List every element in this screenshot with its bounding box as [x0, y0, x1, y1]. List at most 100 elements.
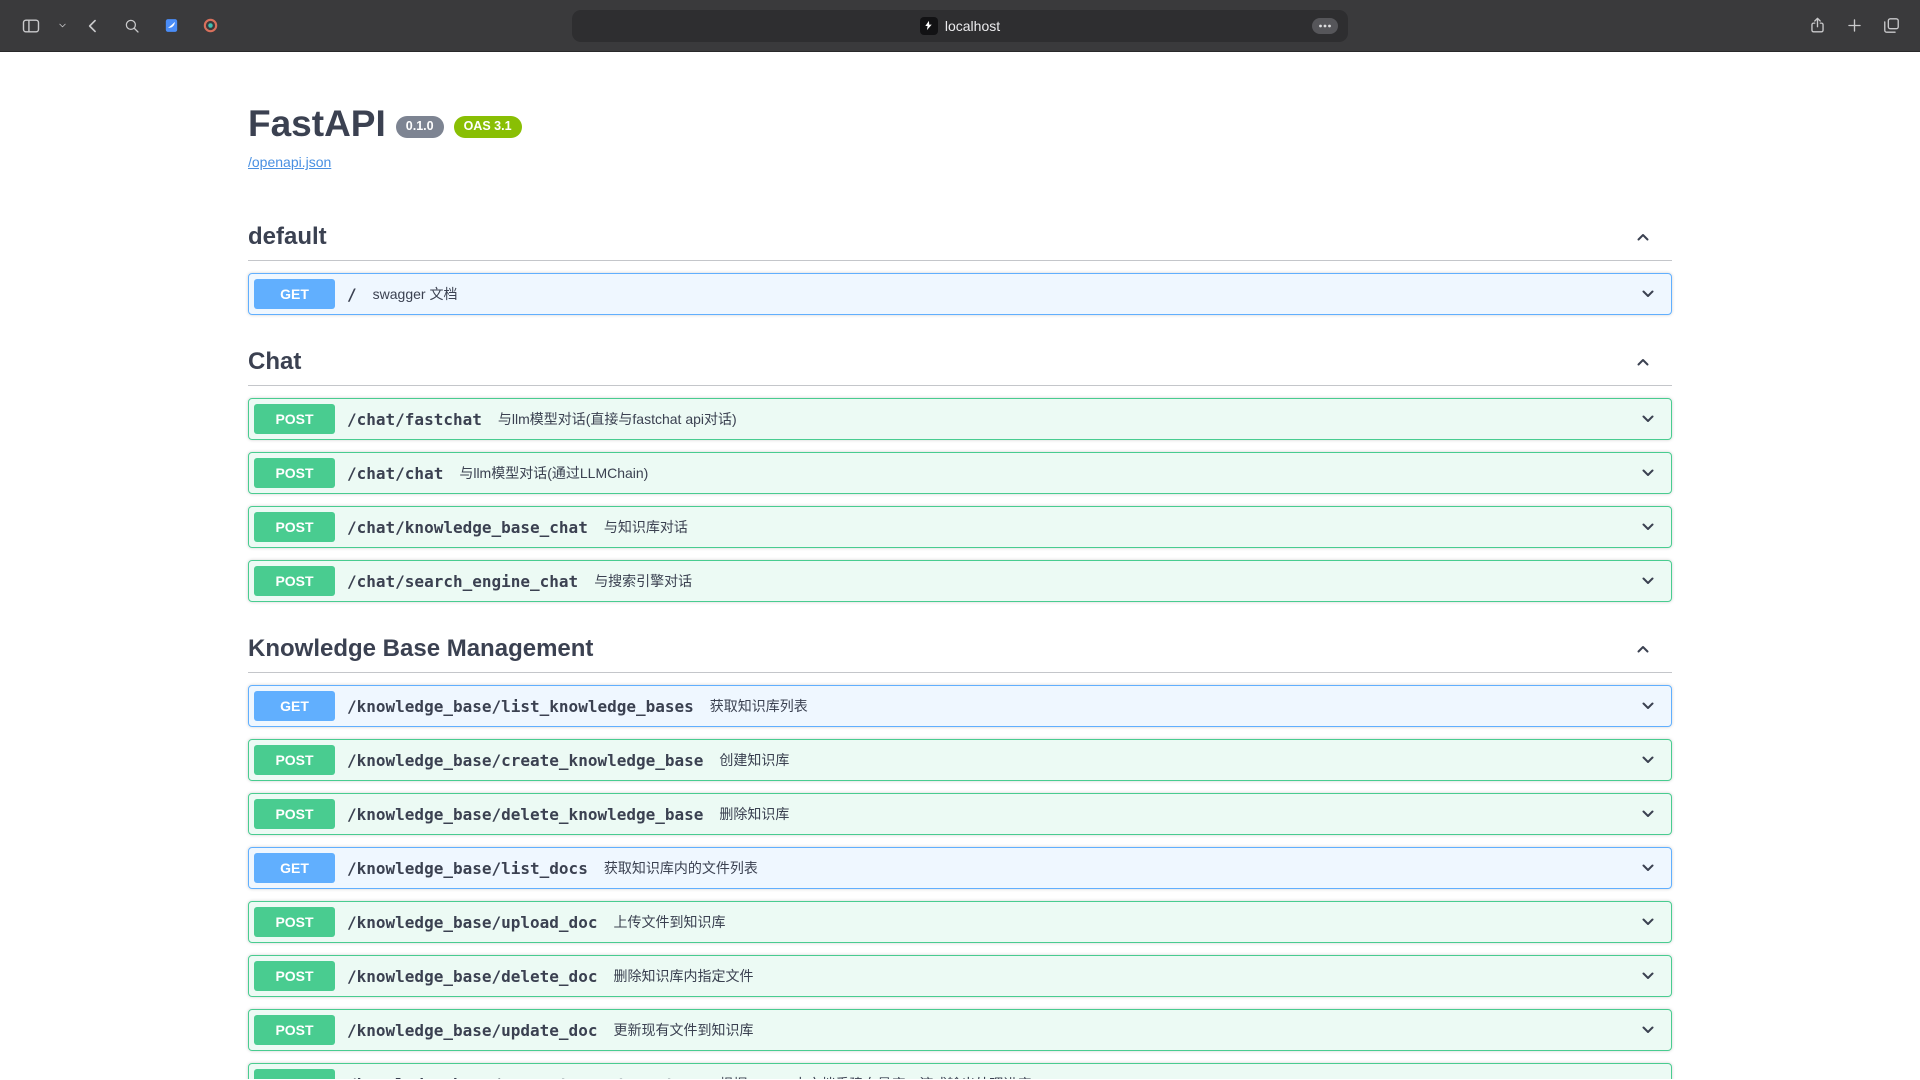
endpoint-expand-button[interactable] [1637, 1019, 1659, 1041]
endpoint-path: /chat/fastchat [347, 410, 482, 429]
chevron-up-icon [1632, 226, 1654, 248]
endpoint-expand-button[interactable] [1637, 749, 1659, 771]
section-collapse-button[interactable] [1632, 351, 1654, 373]
endpoint-row[interactable]: GET/swagger 文档 [248, 273, 1672, 315]
plus-icon [1845, 16, 1864, 35]
endpoint-row[interactable]: POST/knowledge_base/upload_doc上传文件到知识库 [248, 901, 1672, 943]
section-header[interactable]: default [248, 216, 1672, 261]
share-icon [1808, 16, 1827, 35]
endpoint-row[interactable]: POST/knowledge_base/delete_knowledge_bas… [248, 793, 1672, 835]
section-title: Chat [248, 347, 301, 376]
share-button[interactable] [1800, 10, 1834, 42]
endpoint-expand-button[interactable] [1637, 695, 1659, 717]
method-badge: POST [254, 1069, 335, 1079]
endpoint-row[interactable]: POST/chat/chat 与llm模型对话(通过LLMChain) [248, 452, 1672, 494]
pinned-tab-blue-button[interactable] [154, 10, 188, 42]
endpoint-row[interactable]: POST/knowledge_base/update_doc更新现有文件到知识库 [248, 1009, 1672, 1051]
chevron-down-icon [1637, 857, 1659, 879]
endpoint-row[interactable]: POST/chat/search_engine_chat与搜索引擎对话 [248, 560, 1672, 602]
endpoint-expand-button[interactable] [1637, 857, 1659, 879]
pinned-tab-record-icon [202, 17, 219, 34]
endpoint-expand-button[interactable] [1637, 965, 1659, 987]
safari-window: localhost FastAPI 0.1.0 [0, 0, 1920, 1079]
endpoint-path: /knowledge_base/upload_doc [347, 913, 597, 932]
endpoint-expand-button[interactable] [1637, 803, 1659, 825]
endpoint-description: 删除知识库内指定文件 [613, 966, 753, 986]
swagger-page: FastAPI 0.1.0 OAS 3.1 /openapi.json defa… [0, 52, 1920, 1079]
method-badge: POST [254, 907, 335, 937]
endpoint-description: 创建知识库 [719, 750, 789, 770]
sidebar-toggle-button[interactable] [14, 10, 48, 42]
endpoint-row[interactable]: POST/chat/fastchat与llm模型对话(直接与fastchat a… [248, 398, 1672, 440]
page-title: FastAPI 0.1.0 OAS 3.1 [248, 102, 1672, 146]
oas-badge: OAS 3.1 [454, 116, 522, 138]
tab-overview-button[interactable] [1874, 10, 1908, 42]
api-title-text: FastAPI [248, 102, 386, 146]
method-badge: POST [254, 961, 335, 991]
section-header[interactable]: Chat [248, 341, 1672, 386]
chevron-down-icon [1637, 803, 1659, 825]
endpoint-description: 更新现有文件到知识库 [613, 1020, 753, 1040]
toolbar-left-group [0, 10, 227, 42]
endpoint-description: 根据content中文档重建向量库，流式输出处理进度。 [719, 1074, 1045, 1079]
endpoint-description: 与llm模型对话(通过LLMChain) [459, 463, 648, 483]
endpoint-path: /chat/chat [347, 464, 443, 483]
endpoint-expand-button[interactable] [1637, 911, 1659, 933]
endpoint-path: /chat/search_engine_chat [347, 572, 578, 591]
endpoint-row[interactable]: POST/knowledge_base/delete_doc删除知识库内指定文件 [248, 955, 1672, 997]
url-text: localhost [945, 18, 1000, 34]
endpoint-row[interactable]: GET/knowledge_base/list_knowledge_bases获… [248, 685, 1672, 727]
chevron-down-icon [1637, 695, 1659, 717]
section-collapse-button[interactable] [1632, 638, 1654, 660]
method-badge: GET [254, 691, 335, 721]
endpoint-expand-button[interactable] [1637, 570, 1659, 592]
search-button[interactable] [115, 10, 149, 42]
favicon-bolt-icon [923, 20, 934, 31]
api-sections: defaultGET/swagger 文档ChatPOST/chat/fastc… [248, 216, 1672, 1079]
chevron-up-icon [1632, 351, 1654, 373]
toolbar-center-group: localhost [572, 10, 1348, 42]
api-tag-section: ChatPOST/chat/fastchat与llm模型对话(直接与fastch… [248, 341, 1672, 602]
extensions-ellipsis-icon[interactable] [1312, 18, 1338, 34]
endpoint-description: 获取知识库内的文件列表 [604, 858, 758, 878]
openapi-spec-link[interactable]: /openapi.json [248, 154, 331, 170]
endpoint-description: 与llm模型对话(直接与fastchat api对话) [498, 409, 737, 429]
chevron-down-icon [1637, 1073, 1659, 1079]
new-tab-button[interactable] [1837, 10, 1871, 42]
pinned-tab-record-button[interactable] [193, 10, 227, 42]
endpoint-path: /knowledge_base/delete_knowledge_base [347, 805, 703, 824]
toolbar-right-group [1800, 10, 1920, 42]
chevron-down-icon [1637, 283, 1659, 305]
chevron-down-icon [1637, 965, 1659, 987]
address-bar[interactable]: localhost [572, 10, 1348, 42]
sidebar-menu-chevron-button[interactable] [53, 10, 71, 42]
method-badge: GET [254, 279, 335, 309]
endpoint-expand-button[interactable] [1637, 283, 1659, 305]
chevron-down-icon [57, 20, 68, 31]
back-chevron-icon [83, 16, 103, 36]
endpoint-expand-button[interactable] [1637, 516, 1659, 538]
endpoint-row[interactable]: GET/knowledge_base/list_docs获取知识库内的文件列表 [248, 847, 1672, 889]
endpoint-row[interactable]: POST/knowledge_base/recreate_vector_stor… [248, 1063, 1672, 1079]
section-header[interactable]: Knowledge Base Management [248, 628, 1672, 673]
endpoint-description: 与搜索引擎对话 [594, 571, 692, 591]
api-tag-section: defaultGET/swagger 文档 [248, 216, 1672, 315]
api-tag-section: Knowledge Base Management GET/knowledge_b… [248, 628, 1672, 1079]
endpoint-expand-button[interactable] [1637, 408, 1659, 430]
chevron-down-icon [1637, 1019, 1659, 1041]
endpoint-path: /knowledge_base/recreate_vector_store [347, 1075, 703, 1080]
endpoint-row[interactable]: POST/chat/knowledge_base_chat与知识库对话 [248, 506, 1672, 548]
method-badge: POST [254, 745, 335, 775]
api-info: FastAPI 0.1.0 OAS 3.1 /openapi.json [248, 102, 1672, 190]
endpoint-description: 删除知识库 [719, 804, 789, 824]
method-badge: POST [254, 1015, 335, 1045]
endpoint-path: /knowledge_base/create_knowledge_base [347, 751, 703, 770]
section-collapse-button[interactable] [1632, 226, 1654, 248]
back-button[interactable] [76, 10, 110, 42]
endpoint-expand-button[interactable] [1637, 462, 1659, 484]
endpoint-row[interactable]: POST/knowledge_base/create_knowledge_bas… [248, 739, 1672, 781]
method-badge: POST [254, 458, 335, 488]
endpoint-path: / [347, 285, 357, 304]
chevron-down-icon [1637, 462, 1659, 484]
endpoint-expand-button[interactable] [1637, 1073, 1659, 1079]
